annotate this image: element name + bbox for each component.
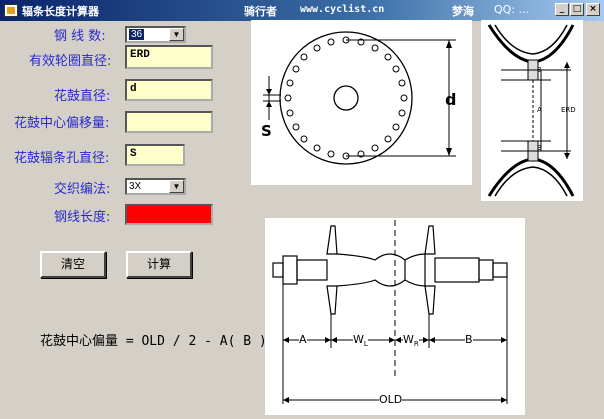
rim-diagram: B A B ERD <box>481 20 583 201</box>
spoke-count-label: 钢 线 数: <box>54 29 106 44</box>
spoke-count-value: 36 <box>129 29 145 40</box>
title-bar: 辐条长度计算器 骑行者 www.cyclist.cn 梦海 QQ: ... _ … <box>0 0 604 21</box>
qq-label: QQ: ... <box>494 3 530 16</box>
site-url: www.cyclist.cn <box>300 4 385 15</box>
hub-offset-input[interactable] <box>125 111 213 133</box>
spoke-hole-input[interactable]: S <box>125 144 185 166</box>
hub-label-wl: WL <box>353 333 368 349</box>
author-label: 梦海 <box>452 5 474 18</box>
hub-diameter-label: 花鼓直径: <box>54 89 111 104</box>
hub-label-old: OLD <box>379 393 403 406</box>
spoke-hole-label: 花鼓辐条孔直径: <box>14 151 110 166</box>
cross-pattern-select[interactable]: 3X ▼ <box>125 178 186 195</box>
hole-label: S <box>261 122 272 140</box>
offset-formula: 花鼓中心偏量 = OLD / 2 - A( B ) <box>40 334 267 349</box>
cross-pattern-label: 交织编法: <box>54 182 111 197</box>
hub-diameter-input[interactable]: d <box>125 79 213 101</box>
diameter-label: d <box>445 90 457 109</box>
hub-offset-label: 花鼓中心偏移量: <box>14 116 110 131</box>
minimize-button[interactable]: _ <box>555 3 569 16</box>
chevron-down-icon[interactable]: ▼ <box>169 28 184 41</box>
clear-button[interactable]: 清空 <box>40 251 106 278</box>
erd-label: 有效轮圈直径: <box>29 54 112 69</box>
rim-label-a: A <box>537 106 542 114</box>
hub-label-b: B <box>465 333 473 346</box>
app-icon <box>4 4 18 17</box>
flange-diagram: d S <box>251 20 472 185</box>
rim-label-erd: ERD <box>561 106 576 114</box>
calculate-button[interactable]: 计算 <box>126 251 192 278</box>
hub-label-a: A <box>299 333 307 346</box>
chevron-down-icon[interactable]: ▼ <box>169 180 184 193</box>
cross-pattern-value: 3X <box>129 181 142 192</box>
close-button[interactable]: × <box>586 3 600 16</box>
maximize-button[interactable]: □ <box>570 3 584 16</box>
erd-input[interactable]: ERD <box>125 45 213 69</box>
window-title: 辐条长度计算器 <box>22 5 99 18</box>
spoke-count-select[interactable]: 36 ▼ <box>125 26 186 43</box>
spoke-length-label: 钢线长度: <box>54 210 111 225</box>
hub-label-wr: WR <box>403 333 419 349</box>
hub-diagram: A WL WR B OLD <box>265 218 525 415</box>
spoke-length-result <box>125 204 213 225</box>
rider-label: 骑行者 <box>244 5 277 18</box>
rim-label-b-top: B <box>537 66 542 74</box>
rim-label-b-bottom: B <box>537 144 542 152</box>
